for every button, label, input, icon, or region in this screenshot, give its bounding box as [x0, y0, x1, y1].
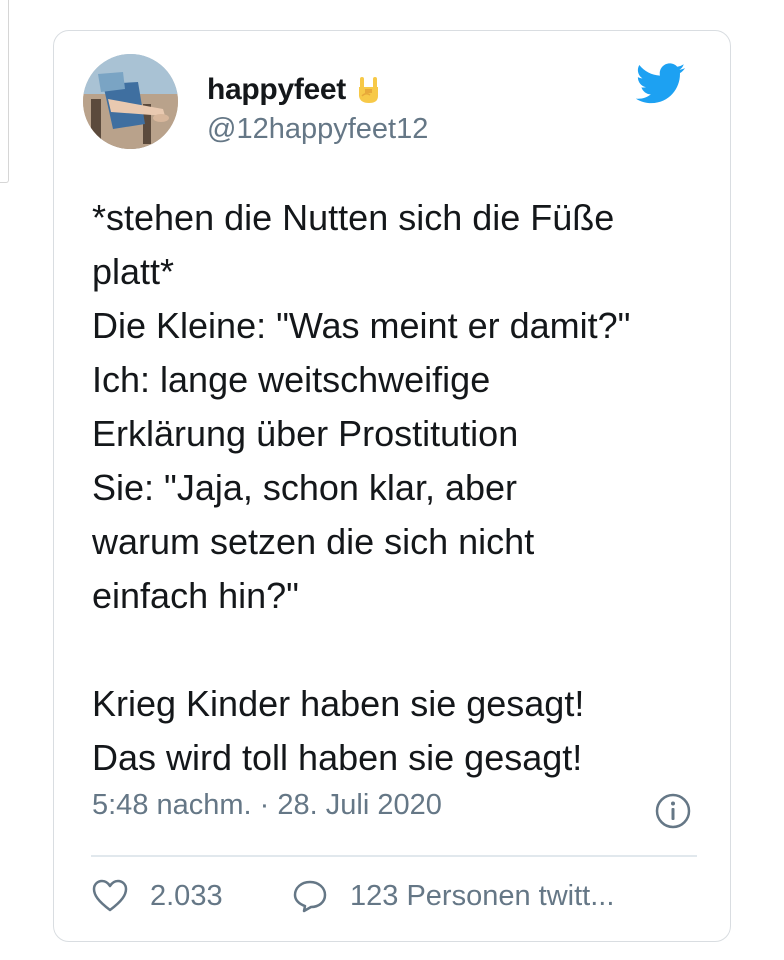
- display-name[interactable]: happyfeet: [207, 73, 346, 107]
- like-count: 2.033: [150, 879, 223, 912]
- info-icon[interactable]: [654, 792, 692, 830]
- page-edge: [0, 0, 9, 183]
- name-row: happyfeet: [207, 73, 382, 107]
- reply-label: 123 Personen twitt...: [350, 879, 615, 912]
- speech-bubble-icon: [293, 880, 327, 913]
- tweet-card[interactable]: happyfeet @12happyfeet12 *stehen die Nut…: [53, 30, 731, 942]
- heart-icon: [92, 879, 128, 912]
- avatar[interactable]: [83, 54, 178, 149]
- tweet-text: *stehen die Nutten sich die Füße platt* …: [92, 197, 631, 778]
- user-handle[interactable]: @12happyfeet12: [207, 113, 428, 146]
- tweet-timestamp[interactable]: 5:48 nachm. · 28. Juli 2020: [92, 789, 442, 822]
- twitter-bird-icon[interactable]: [635, 63, 686, 105]
- like-button[interactable]: 2.033: [92, 879, 223, 913]
- reply-button[interactable]: 123 Personen twitt...: [292, 879, 614, 913]
- divider: [91, 855, 697, 857]
- sign-of-the-horns-icon: [356, 76, 382, 104]
